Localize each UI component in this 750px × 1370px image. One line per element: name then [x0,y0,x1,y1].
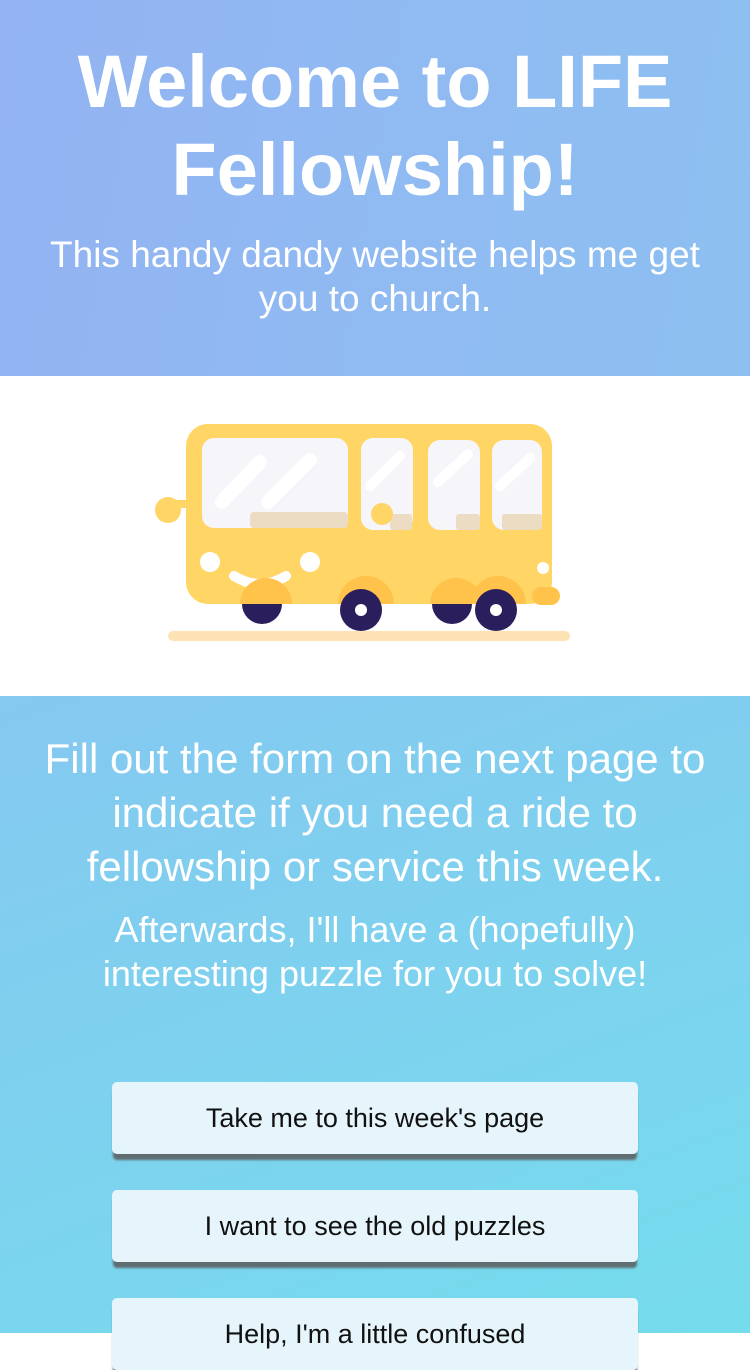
instructions-heading: Fill out the form on the next page to in… [44,735,706,890]
bus-eye-left [200,552,220,572]
header-banner: Welcome to LIFE Fellowship! This handy d… [0,0,750,376]
bus-wheel-back-left [242,604,282,624]
instructions-subtext: Afterwards, I'll have a (hopefully) inte… [102,909,648,994]
bus-wheel-back-right [432,604,472,624]
bus-illustration [155,424,570,641]
old-puzzles-button[interactable]: I want to see the old puzzles [112,1190,638,1262]
bus-eye-right [300,552,320,572]
hero-section [0,376,750,696]
main-content: Fill out the form on the next page to in… [0,696,750,1370]
help-button[interactable]: Help, I'm a little confused [112,1298,638,1370]
page-subtitle: This handy dandy website helps me get yo… [50,234,700,319]
ground-line [168,631,570,641]
this-week-button[interactable]: Take me to this week's page [112,1082,638,1154]
bus-mirror [155,497,181,523]
page-title: Welcome to LIFE Fellowship! [77,40,673,211]
